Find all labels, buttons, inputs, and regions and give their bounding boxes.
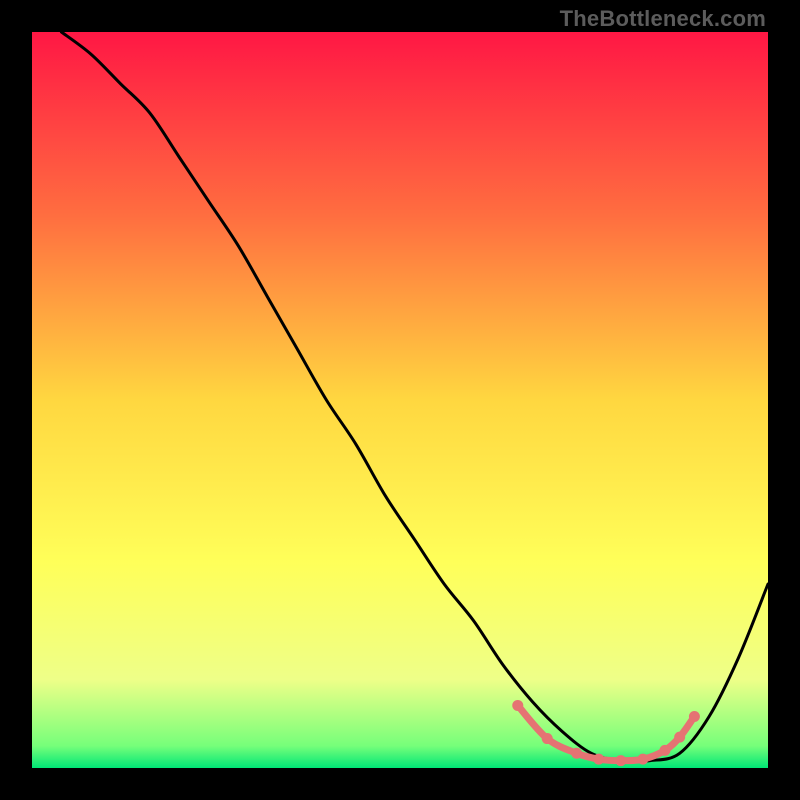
marker-dot (593, 754, 604, 765)
marker-dot (689, 711, 700, 722)
marker-dot (674, 732, 685, 743)
chart-plot-area (32, 32, 768, 768)
watermark-text: TheBottleneck.com (560, 6, 766, 32)
marker-dot (512, 700, 523, 711)
marker-dot (615, 755, 626, 766)
bottleneck-curve (61, 32, 768, 762)
marker-dot (637, 754, 648, 765)
chart-svg (32, 32, 768, 768)
marker-dot (571, 748, 582, 759)
marker-dot (659, 745, 670, 756)
marker-dot (542, 733, 553, 744)
